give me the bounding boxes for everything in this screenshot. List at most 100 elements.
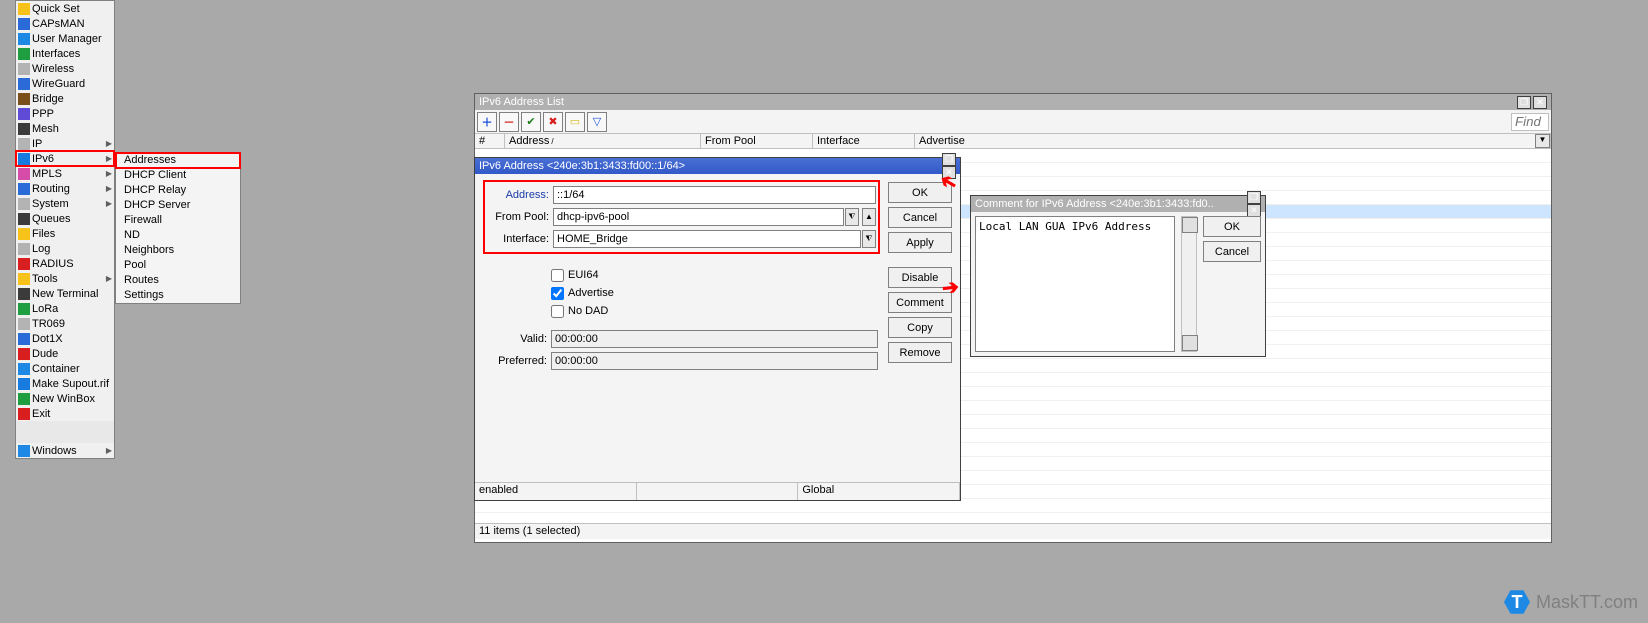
submenu-item-dhcprelay[interactable]: DHCP Relay	[116, 183, 240, 198]
col-interface[interactable]: Interface	[813, 134, 915, 148]
sidebar-item-dot1x[interactable]: Dot1X	[16, 331, 114, 346]
enable-button[interactable]: ✔	[521, 112, 541, 132]
sidebar-item-label: Dot1X	[32, 333, 63, 345]
sidebar-item-label: Queues	[32, 213, 71, 225]
interface-label: Interface:	[487, 233, 549, 245]
filter-button[interactable]: ▽	[587, 112, 607, 132]
sidebar-item-tools[interactable]: Tools▶	[16, 271, 114, 286]
sidebar-item-queues[interactable]: Queues	[16, 211, 114, 226]
comment-titlebar[interactable]: Comment for IPv6 Address <240e:3b1:3433:…	[971, 196, 1265, 212]
comment-ok-button[interactable]: OK	[1203, 216, 1261, 237]
sidebar-item-system[interactable]: System▶	[16, 196, 114, 211]
sidebar-item-windows[interactable]: Windows▶	[16, 443, 114, 458]
submenu-item-addresses[interactable]: Addresses	[116, 153, 240, 168]
sidebar-item-routing[interactable]: Routing▶	[16, 181, 114, 196]
remove-button[interactable]: －	[499, 112, 519, 132]
sidebar-item-tr069[interactable]: TR069	[16, 316, 114, 331]
cancel-button[interactable]: Cancel	[888, 207, 952, 228]
sidebar-item-label: Mesh	[32, 123, 59, 135]
chevron-right-icon: ▶	[106, 274, 112, 283]
sidebar-item-container[interactable]: Container	[16, 361, 114, 376]
sidebar-item-wireguard[interactable]: WireGuard	[16, 76, 114, 91]
submenu-item-dhcpserver[interactable]: DHCP Server	[116, 198, 240, 213]
nodad-checkbox[interactable]	[551, 305, 564, 318]
sidebar-item-interfaces[interactable]: Interfaces	[16, 46, 114, 61]
close-button[interactable]: ✕	[1533, 96, 1547, 109]
interface-dropdown-button[interactable]: ⧨	[862, 230, 876, 248]
disable-button[interactable]: ✖	[543, 112, 563, 132]
sidebar-item-lora[interactable]: LoRa	[16, 301, 114, 316]
frompool-clear-button[interactable]: ▲	[862, 208, 876, 226]
submenu-item-dhcpclient[interactable]: DHCP Client	[116, 168, 240, 183]
sidebar-item-exit[interactable]: Exit	[16, 406, 114, 421]
sidebar-item-files[interactable]: Files	[16, 226, 114, 241]
comment-scrollbar[interactable]	[1181, 216, 1197, 352]
dialog-titlebar[interactable]: IPv6 Address <240e:3b1:3433:fd00::1/64> …	[475, 158, 960, 174]
sidebar-item-label: Make Supout.rif	[32, 378, 109, 390]
sidebar-item-makesupout[interactable]: Make Supout.rif	[16, 376, 114, 391]
table-row[interactable]	[475, 499, 1551, 513]
sidebar-item-newwinbox[interactable]: New WinBox	[16, 391, 114, 406]
ppp-icon	[18, 108, 30, 120]
x-icon: ✖	[548, 115, 557, 128]
address-input[interactable]	[553, 186, 876, 204]
plus-icon: ＋	[482, 114, 493, 130]
eui64-checkbox[interactable]	[551, 269, 564, 282]
column-menu-button[interactable]: ▼	[1535, 134, 1550, 148]
sidebar-item-newterminal[interactable]: New Terminal	[16, 286, 114, 301]
tr069-icon	[18, 318, 30, 330]
restore-button[interactable]: ❐	[942, 153, 956, 166]
sidebar-item-log[interactable]: Log	[16, 241, 114, 256]
funnel-icon: ▽	[593, 115, 601, 128]
restore-button[interactable]: ❐	[1517, 96, 1531, 109]
comment-textarea[interactable]	[975, 216, 1175, 352]
sidebar-item-wireless[interactable]: Wireless	[16, 61, 114, 76]
sidebar-item-usermanager[interactable]: User Manager	[16, 31, 114, 46]
submenu-item-routes[interactable]: Routes	[116, 273, 240, 288]
comment-toolbar-button[interactable]: ▭	[565, 112, 585, 132]
submenu-item-pool[interactable]: Pool	[116, 258, 240, 273]
sidebar-item-dude[interactable]: Dude	[16, 346, 114, 361]
copy-button[interactable]: Copy	[888, 317, 952, 338]
watermark-text: MaskTT.com	[1536, 592, 1638, 613]
col-advertise[interactable]: Advertise	[915, 134, 1551, 148]
dot1x-icon	[18, 333, 30, 345]
sidebar-item-ppp[interactable]: PPP	[16, 106, 114, 121]
dialog-statusbar: enabled Global	[475, 482, 960, 500]
ipv6-submenu: Addresses DHCP Client DHCP Relay DHCP Se…	[115, 152, 241, 304]
sidebar-item-label: Quick Set	[32, 3, 80, 15]
sidebar-item-quickset[interactable]: Quick Set	[16, 1, 114, 16]
apply-button[interactable]: Apply	[888, 232, 952, 253]
col-frompool[interactable]: From Pool	[701, 134, 813, 148]
col-address[interactable]: Address/	[505, 134, 701, 148]
sidebar-item-capsman[interactable]: CAPsMAN	[16, 16, 114, 31]
advertise-checkbox[interactable]	[551, 287, 564, 300]
ip-icon	[18, 138, 30, 150]
sidebar-item-ipv6[interactable]: IPv6▶	[16, 151, 114, 166]
sidebar-item-mpls[interactable]: MPLS▶	[16, 166, 114, 181]
submenu-item-settings[interactable]: Settings	[116, 288, 240, 303]
frompool-dropdown-button[interactable]: ⧨	[845, 208, 859, 226]
sidebar-item-label: PPP	[32, 108, 54, 120]
col-hash[interactable]: #	[475, 134, 505, 148]
interfaces-icon	[18, 48, 30, 60]
sidebar-item-bridge[interactable]: Bridge	[16, 91, 114, 106]
add-button[interactable]: ＋	[477, 112, 497, 132]
submenu-item-nd[interactable]: ND	[116, 228, 240, 243]
sidebar-item-label: TR069	[32, 318, 65, 330]
list-titlebar[interactable]: IPv6 Address List ❐ ✕	[475, 94, 1551, 110]
sidebar-item-label: System	[32, 198, 69, 210]
submenu-item-neighbors[interactable]: Neighbors	[116, 243, 240, 258]
frompool-input[interactable]	[553, 208, 844, 226]
winbox-icon	[18, 393, 30, 405]
sidebar-item-label: RADIUS	[32, 258, 74, 270]
comment-cancel-button[interactable]: Cancel	[1203, 241, 1261, 262]
restore-button[interactable]: ❐	[1247, 191, 1261, 204]
submenu-item-firewall[interactable]: Firewall	[116, 213, 240, 228]
find-input[interactable]	[1511, 113, 1549, 131]
sidebar-item-ip[interactable]: IP▶	[16, 136, 114, 151]
interface-input[interactable]	[553, 230, 861, 248]
sidebar-item-radius[interactable]: RADIUS	[16, 256, 114, 271]
sidebar-item-mesh[interactable]: Mesh	[16, 121, 114, 136]
remove-button[interactable]: Remove	[888, 342, 952, 363]
